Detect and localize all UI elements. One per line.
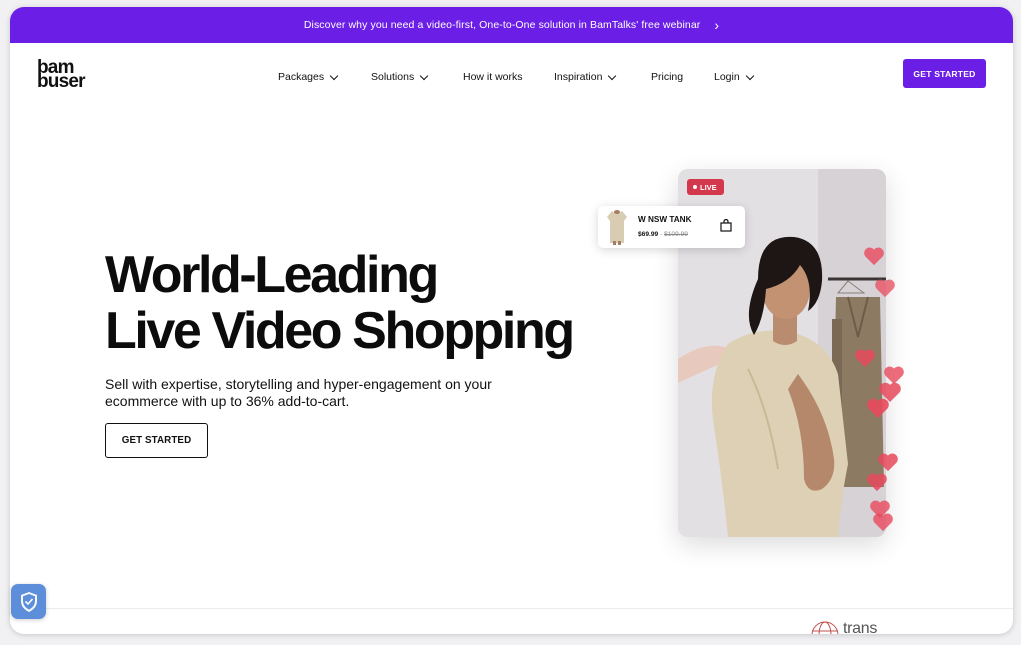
partner-logo: trans bbox=[810, 619, 877, 634]
bambuser-logo[interactable]: bam buser bbox=[37, 58, 86, 91]
nav-solutions[interactable]: Solutions bbox=[371, 71, 463, 83]
heart-icon bbox=[878, 453, 898, 472]
hero-get-started-button[interactable]: GET STARTED bbox=[105, 423, 208, 458]
main-nav: Packages Solutions How it works Inspirat… bbox=[278, 71, 774, 83]
heart-icon bbox=[873, 513, 893, 532]
shield-check-icon bbox=[20, 591, 37, 612]
chevron-down-icon bbox=[745, 71, 754, 80]
nav-login[interactable]: Login bbox=[714, 71, 774, 83]
heart-icon bbox=[864, 247, 884, 266]
nav-label: Solutions bbox=[371, 71, 415, 83]
heart-icon bbox=[875, 279, 895, 298]
product-card[interactable]: W NSW TANK $69.99 · $109.99 bbox=[598, 206, 745, 248]
chevron-down-icon bbox=[419, 71, 429, 80]
hero-headline: World-Leading Live Video Shopping bbox=[105, 246, 575, 360]
product-name: W NSW TANK bbox=[638, 215, 692, 224]
nav-label: Inspiration bbox=[554, 71, 603, 83]
browser-page: Discover why you need a video-first, One… bbox=[10, 7, 1013, 634]
section-divider bbox=[10, 608, 1013, 609]
site-header: bam buser Packages Solutions How it work… bbox=[10, 43, 1013, 113]
banner-text: Discover why you need a video-first, One… bbox=[303, 19, 701, 31]
privacy-settings-button[interactable] bbox=[11, 584, 46, 619]
product-price: $69.99 · $109.99 bbox=[638, 231, 688, 238]
nav-label: Pricing bbox=[651, 71, 684, 83]
heart-icon bbox=[867, 398, 889, 418]
heart-icon bbox=[855, 349, 875, 368]
nav-label: Login bbox=[714, 71, 740, 83]
header-get-started-button[interactable]: GET STARTED bbox=[903, 59, 986, 88]
nav-inspiration[interactable]: Inspiration bbox=[554, 71, 651, 83]
nav-label: Packages bbox=[278, 71, 325, 83]
nav-pricing[interactable]: Pricing bbox=[651, 71, 714, 83]
nav-how-it-works[interactable]: How it works bbox=[463, 71, 554, 83]
globe-icon bbox=[811, 621, 839, 634]
live-badge: LIVE bbox=[687, 179, 724, 195]
heart-icon bbox=[867, 473, 887, 492]
product-thumbnail bbox=[607, 210, 627, 245]
chevron-right-icon: › bbox=[714, 17, 720, 33]
nav-packages[interactable]: Packages bbox=[278, 71, 371, 83]
announcement-banner[interactable]: Discover why you need a video-first, One… bbox=[10, 7, 1013, 43]
nav-label: How it works bbox=[463, 71, 523, 83]
chevron-down-icon bbox=[329, 71, 339, 80]
live-dot-icon bbox=[693, 185, 697, 189]
hero-subtext: Sell with expertise, storytelling and hy… bbox=[105, 376, 492, 409]
chevron-down-icon bbox=[608, 71, 617, 80]
shopping-bag-icon[interactable] bbox=[720, 219, 732, 232]
